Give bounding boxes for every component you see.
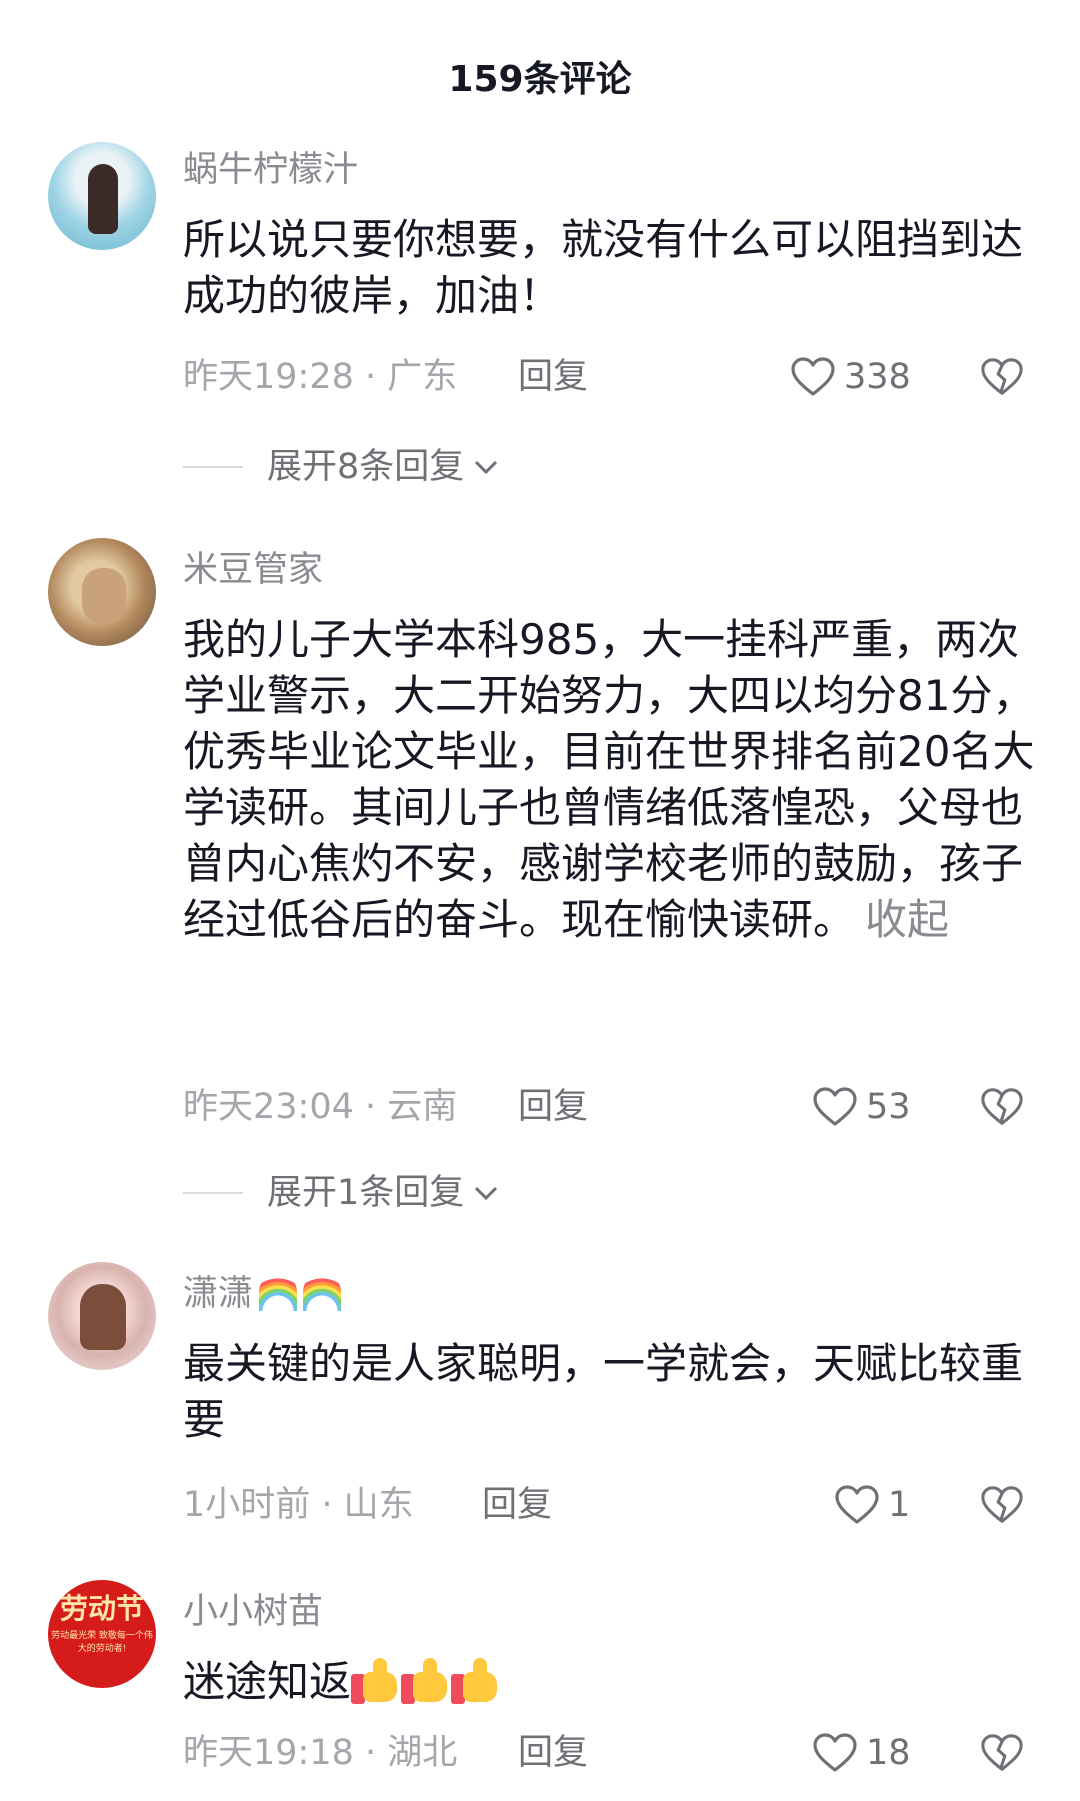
comment-text: 所以说只要你想要，就没有什么可以阻挡到达成功的彼岸，加油！	[183, 215, 1024, 320]
thumbs-up-emoji-icon	[451, 1658, 501, 1704]
collapse-link[interactable]: 收起	[865, 895, 949, 944]
avatar-logo-subtext: 劳动最光荣 致敬每一个伟大的劳动者!	[51, 1631, 153, 1654]
avatar[interactable]	[48, 538, 156, 646]
broken-heart-icon[interactable]	[980, 356, 1024, 398]
comment-username[interactable]: 小小树苗	[183, 1590, 323, 1634]
heart-outline-icon	[813, 1087, 857, 1126]
expand-replies-button[interactable]: 展开8条回复	[183, 444, 500, 490]
avatar[interactable]	[48, 142, 156, 250]
expand-replies-label: 展开1条回复	[267, 1173, 465, 1213]
comment-username[interactable]: 蜗牛柠檬汁	[183, 148, 358, 192]
comment-meta: 昨天23:04 · 云南	[183, 1087, 458, 1127]
like-button[interactable]: 338	[790, 354, 911, 400]
broken-heart-icon[interactable]	[980, 1732, 1024, 1774]
like-count: 18	[866, 1733, 911, 1773]
comment-username[interactable]: 米豆管家	[183, 548, 323, 592]
like-count: 338	[844, 357, 911, 397]
comment-meta: 昨天19:28 · 广东	[183, 357, 458, 397]
rainbow-emoji-icon	[303, 1273, 342, 1311]
like-count: 1	[888, 1485, 911, 1525]
thumbs-up-emoji-icon	[351, 1658, 401, 1704]
chevron-down-icon	[475, 460, 498, 475]
reply-button[interactable]: 回复	[518, 1730, 588, 1776]
like-button[interactable]: 1	[834, 1482, 910, 1528]
heart-outline-icon	[835, 1485, 879, 1524]
comment-meta: 昨天19:18 · 湖北	[183, 1733, 458, 1773]
avatar-logo-text: 劳动节	[59, 1592, 144, 1625]
comment-text: 我的儿子大学本科985，大一挂科严重，两次学业警示，大二开始努力，大四以均分81…	[183, 612, 1043, 948]
broken-heart-icon[interactable]	[980, 1086, 1024, 1128]
divider-line	[183, 1192, 243, 1194]
expand-replies-label: 展开8条回复	[267, 447, 465, 487]
reply-button[interactable]: 回复	[482, 1482, 552, 1528]
comment-text-content: 迷途知返	[183, 1657, 352, 1706]
reply-button[interactable]: 回复	[518, 354, 588, 400]
divider-line	[183, 466, 243, 468]
avatar[interactable]	[48, 1262, 156, 1370]
thumbs-up-emoji-icon	[401, 1658, 451, 1704]
comment-username[interactable]: 潇潇	[183, 1272, 342, 1316]
heart-outline-icon	[791, 357, 835, 396]
like-button[interactable]: 18	[812, 1730, 911, 1776]
reply-button[interactable]: 回复	[518, 1084, 588, 1130]
chevron-down-icon	[475, 1186, 498, 1201]
expand-replies-button[interactable]: 展开1条回复	[183, 1170, 500, 1216]
comments-count-title: 159条评论	[448, 59, 632, 100]
comment-meta: 1小时前 · 山东	[183, 1485, 414, 1525]
heart-outline-icon	[813, 1733, 857, 1772]
like-button[interactable]: 53	[812, 1084, 911, 1130]
avatar[interactable]: 劳动节 劳动最光荣 致敬每一个伟大的劳动者!	[48, 1580, 156, 1688]
comment-text: 最关键的是人家聪明，一学就会，天赋比较重要	[183, 1339, 1024, 1444]
broken-heart-icon[interactable]	[980, 1484, 1024, 1526]
rainbow-emoji-icon	[259, 1273, 298, 1311]
like-count: 53	[866, 1087, 911, 1127]
username-text: 潇潇	[183, 1274, 254, 1314]
comment-text: 迷途知返	[183, 1654, 1043, 1710]
